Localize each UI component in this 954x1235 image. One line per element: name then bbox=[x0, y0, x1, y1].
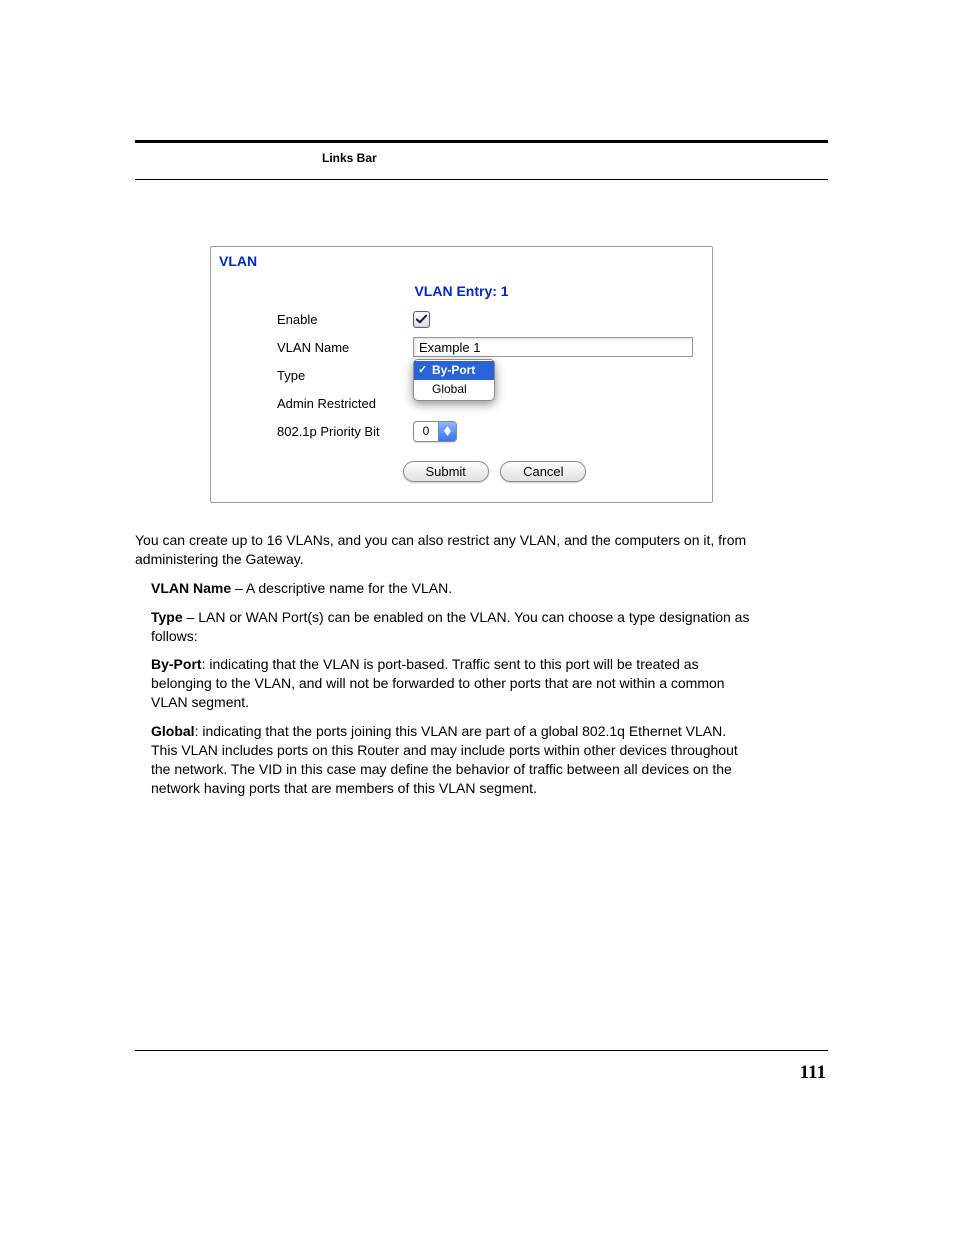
label-vlan-name: VLAN Name bbox=[277, 340, 413, 355]
term-global: Global bbox=[151, 723, 195, 739]
term-vlan-name: VLAN Name bbox=[151, 580, 231, 596]
paragraph-by-port: By-Port: indicating that the VLAN is por… bbox=[151, 655, 753, 712]
row-enable: Enable bbox=[277, 305, 712, 333]
bottom-rule bbox=[135, 1050, 828, 1051]
check-icon bbox=[416, 314, 427, 325]
check-icon: ✓ bbox=[418, 362, 427, 379]
option-label: Global bbox=[432, 382, 467, 396]
label-admin-restricted: Admin Restricted bbox=[277, 396, 376, 411]
type-option-global[interactable]: Global bbox=[414, 380, 494, 399]
priority-bit-value: 0 bbox=[414, 424, 438, 438]
paragraph-vlan-name: VLAN Name – A descriptive name for the V… bbox=[151, 579, 753, 598]
priority-bit-select[interactable]: 0 bbox=[413, 421, 457, 442]
cancel-button[interactable]: Cancel bbox=[500, 461, 586, 482]
body-copy: You can create up to 16 VLANs, and you c… bbox=[135, 531, 753, 798]
vlan-name-input[interactable] bbox=[413, 337, 693, 357]
submit-button[interactable]: Submit bbox=[403, 461, 489, 482]
vlan-panel: VLAN VLAN Entry: 1 Enable VLAN Name Type bbox=[210, 246, 713, 503]
term-type: Type bbox=[151, 609, 183, 625]
text: – A descriptive name for the VLAN. bbox=[231, 580, 452, 596]
label-type: Type bbox=[277, 368, 413, 383]
page-number: 111 bbox=[800, 1062, 826, 1084]
type-dropdown-menu: ✓ By-Port Global bbox=[413, 359, 495, 401]
text: – LAN or WAN Port(s) can be enabled on t… bbox=[151, 609, 749, 644]
paragraph-intro: You can create up to 16 VLANs, and you c… bbox=[135, 531, 753, 569]
label-enable: Enable bbox=[277, 312, 413, 327]
term-by-port: By-Port bbox=[151, 656, 202, 672]
panel-title: VLAN bbox=[211, 247, 712, 269]
type-option-by-port[interactable]: ✓ By-Port bbox=[414, 361, 494, 380]
text: : indicating that the ports joining this… bbox=[151, 723, 738, 796]
row-type: Type ✓ By-Port Global bbox=[277, 361, 712, 389]
paragraph-type: Type – LAN or WAN Port(s) can be enabled… bbox=[151, 608, 753, 646]
running-header: Links Bar bbox=[135, 145, 828, 180]
button-row: Submit Cancel bbox=[277, 461, 712, 486]
section-title: Links Bar bbox=[322, 151, 377, 165]
label-priority-bit: 802.1p Priority Bit bbox=[277, 424, 413, 439]
vlan-entry-title: VLAN Entry: 1 bbox=[211, 283, 712, 299]
enable-checkbox[interactable] bbox=[413, 311, 430, 328]
top-rule bbox=[135, 140, 828, 143]
stepper-arrows-icon bbox=[438, 422, 456, 441]
text: : indicating that the VLAN is port-based… bbox=[151, 656, 725, 710]
row-vlan-name: VLAN Name bbox=[277, 333, 712, 361]
option-label: By-Port bbox=[432, 363, 475, 377]
row-priority-bit: 802.1p Priority Bit 0 bbox=[277, 417, 712, 445]
paragraph-global: Global: indicating that the ports joinin… bbox=[151, 722, 753, 798]
